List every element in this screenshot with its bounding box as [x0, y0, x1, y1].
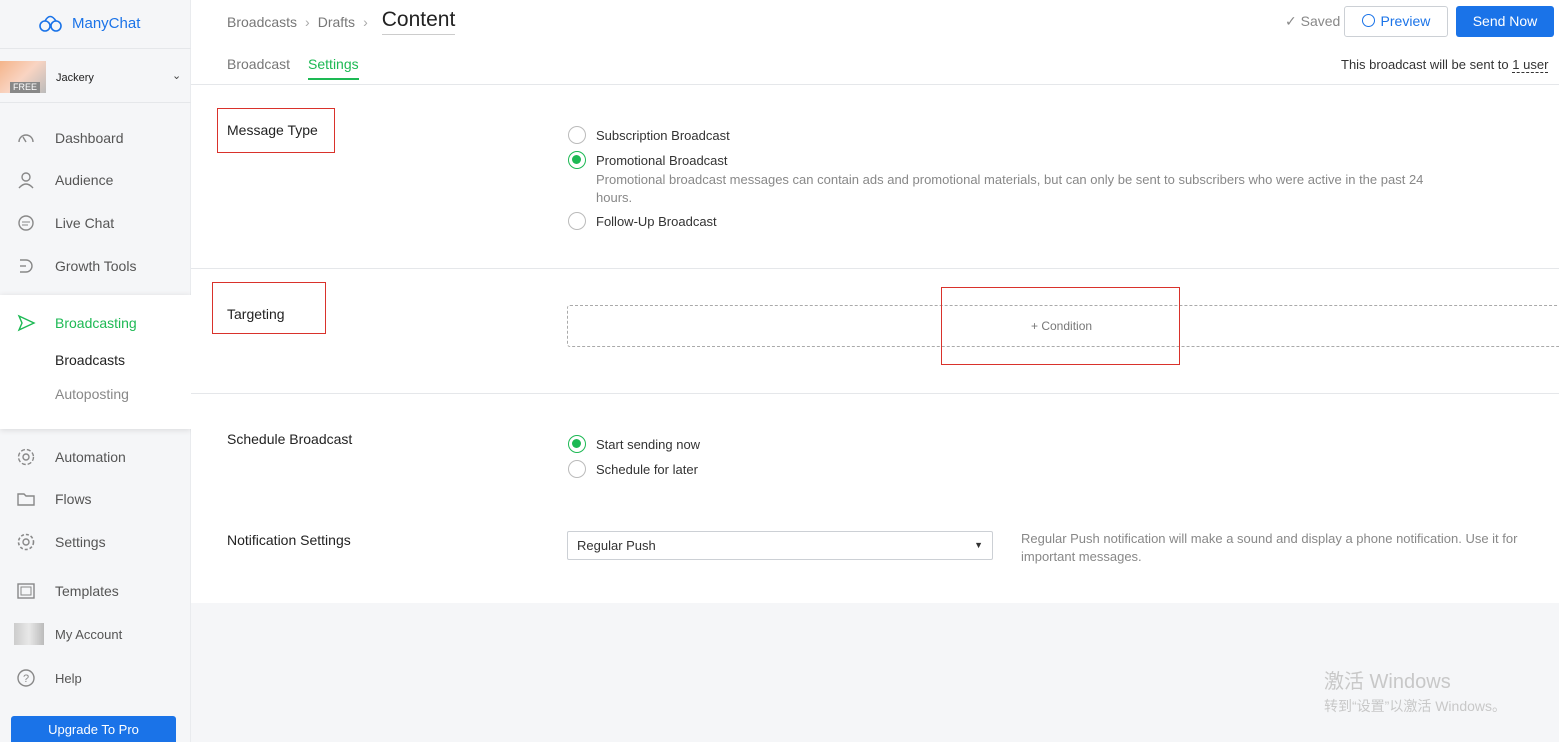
schedule-label: Schedule Broadcast: [227, 431, 353, 447]
saved-label: Saved: [1300, 13, 1341, 29]
header: Broadcasts › Drafts › Content Broadcast …: [191, 0, 1559, 85]
messenger-icon: [1361, 14, 1375, 27]
radio-label: Promotional Broadcast: [596, 152, 728, 168]
breadcrumb: Broadcasts › Drafts › Content: [227, 8, 456, 35]
sent-to-info: This broadcast will be sent to 1 user: [1341, 57, 1549, 73]
chevron-right-icon: ›: [363, 13, 368, 30]
radio-promotional-broadcast[interactable]: Promotional Broadcast: [568, 151, 728, 169]
radio-button[interactable]: [568, 212, 586, 230]
sidebar-item-label: Flows: [55, 491, 92, 507]
windows-activation-watermark: 激活 Windows 转到“设置”以激活 Windows。: [1324, 665, 1506, 716]
gear-icon: [16, 532, 36, 552]
notification-description: Regular Push notification will make a so…: [1021, 531, 1518, 564]
automation-icon: [16, 447, 36, 467]
broadcasting-panel: Broadcasting Broadcasts Autoposting: [0, 295, 191, 429]
radio-label: Subscription Broadcast: [596, 127, 730, 143]
send-icon: [16, 313, 36, 333]
sidebar-item-broadcasting[interactable]: Broadcasting: [0, 305, 191, 341]
sidebar-item-help[interactable]: ? Help: [0, 660, 191, 696]
sidebar-item-settings[interactable]: Settings: [0, 524, 191, 560]
sidebar-item-label: Live Chat: [55, 215, 115, 231]
folder-icon: [16, 489, 36, 509]
plan-badge: FREE: [10, 82, 41, 93]
sidebar-item-label: Help: [55, 670, 82, 686]
sidebar-item-growth-tools[interactable]: Growth Tools: [0, 248, 191, 284]
divider: [191, 268, 1559, 269]
tab-settings[interactable]: Settings: [308, 56, 359, 80]
sidebar-item-audience[interactable]: Audience: [0, 162, 191, 198]
select-value: Regular Push: [577, 538, 656, 553]
help-icon: ?: [16, 668, 36, 688]
breadcrumb-broadcasts[interactable]: Broadcasts: [227, 14, 297, 30]
sidebar-item-label: Broadcasting: [55, 315, 137, 331]
settings-panel: Message Type Subscription Broadcast Prom…: [191, 85, 1559, 603]
radio-schedule-for-later[interactable]: Schedule for later: [568, 460, 698, 478]
svg-text:?: ?: [23, 673, 29, 685]
preview-label: Preview: [1380, 13, 1431, 29]
saved-status: ✓ Saved: [1285, 13, 1340, 30]
account-name: Jackery: [56, 72, 94, 84]
radio-button[interactable]: [568, 460, 586, 478]
tab-broadcast[interactable]: Broadcast: [227, 56, 290, 80]
sidebar-item-dashboard[interactable]: Dashboard: [0, 120, 191, 156]
message-type-label: Message Type: [227, 122, 318, 138]
sidebar-item-label: Templates: [55, 583, 119, 599]
chevron-right-icon: ›: [305, 13, 310, 30]
caret-down-icon: ▼: [974, 540, 983, 550]
account-switcher[interactable]: FREE Jackery ⌄: [0, 48, 191, 103]
sidebar-subitem-broadcasts[interactable]: Broadcasts: [55, 352, 125, 368]
sidebar-item-label: My Account: [55, 626, 123, 642]
upgrade-button[interactable]: Upgrade To Pro: [11, 716, 176, 742]
radio-label: Schedule for later: [596, 461, 698, 477]
user-icon: [16, 170, 36, 190]
radio-subscription-broadcast[interactable]: Subscription Broadcast: [568, 126, 730, 144]
radio-button[interactable]: [568, 126, 586, 144]
sidebar: ManyChat FREE Jackery ⌄ Dashboard Audien…: [0, 0, 191, 742]
sidebar-item-my-account[interactable]: My Account: [0, 616, 191, 652]
sidebar-item-flows[interactable]: Flows: [0, 481, 191, 517]
annotation-box: [941, 287, 1180, 365]
sent-to-users-link[interactable]: 1 user: [1512, 57, 1549, 73]
divider: [191, 393, 1559, 394]
sent-to-prefix: This broadcast will be sent to: [1341, 57, 1509, 72]
radio-follow-up-broadcast[interactable]: Follow-Up Broadcast: [568, 212, 717, 230]
manychat-logo-icon: [39, 15, 62, 32]
sidebar-item-label: Dashboard: [55, 130, 124, 146]
promotional-description: Promotional broadcast messages can conta…: [596, 172, 1424, 205]
sidebar-item-label: Audience: [55, 172, 114, 188]
sidebar-item-templates[interactable]: Templates: [0, 573, 191, 609]
tab-bar: Broadcast Settings: [227, 56, 359, 80]
watermark-line-1: 激活 Windows: [1324, 671, 1451, 693]
logo[interactable]: ManyChat: [36, 10, 140, 36]
watermark-line-2: 转到“设置”以激活 Windows。: [1324, 698, 1507, 714]
growth-tools-icon: [16, 256, 36, 276]
account-avatar-icon: [14, 623, 44, 645]
radio-button[interactable]: [568, 435, 586, 453]
brand-name: ManyChat: [72, 14, 141, 32]
radio-label: Start sending now: [596, 436, 701, 452]
radio-button[interactable]: [568, 151, 586, 169]
check-icon: ✓: [1285, 13, 1297, 29]
sidebar-subitem-autoposting[interactable]: Autoposting: [55, 386, 129, 402]
chevron-down-icon: ⌄: [172, 70, 182, 82]
radio-label: Follow-Up Broadcast: [596, 213, 717, 229]
radio-start-sending-now[interactable]: Start sending now: [568, 435, 700, 453]
targeting-label: Targeting: [227, 306, 285, 322]
notification-type-select[interactable]: Regular Push ▼: [567, 531, 993, 560]
sidebar-item-label: Growth Tools: [55, 258, 137, 274]
page-title[interactable]: Content: [381, 8, 456, 35]
dashboard-icon: [16, 128, 36, 148]
sidebar-item-label: Automation: [55, 449, 126, 465]
breadcrumb-drafts[interactable]: Drafts: [318, 14, 355, 30]
send-now-button[interactable]: Send Now: [1456, 6, 1554, 37]
chat-icon: [16, 213, 36, 233]
notification-settings-label: Notification Settings: [227, 532, 351, 548]
templates-icon: [16, 581, 36, 601]
sidebar-item-label: Settings: [55, 534, 106, 550]
sidebar-item-live-chat[interactable]: Live Chat: [0, 205, 191, 241]
sidebar-item-automation[interactable]: Automation: [0, 439, 191, 475]
preview-button[interactable]: Preview: [1344, 6, 1448, 37]
